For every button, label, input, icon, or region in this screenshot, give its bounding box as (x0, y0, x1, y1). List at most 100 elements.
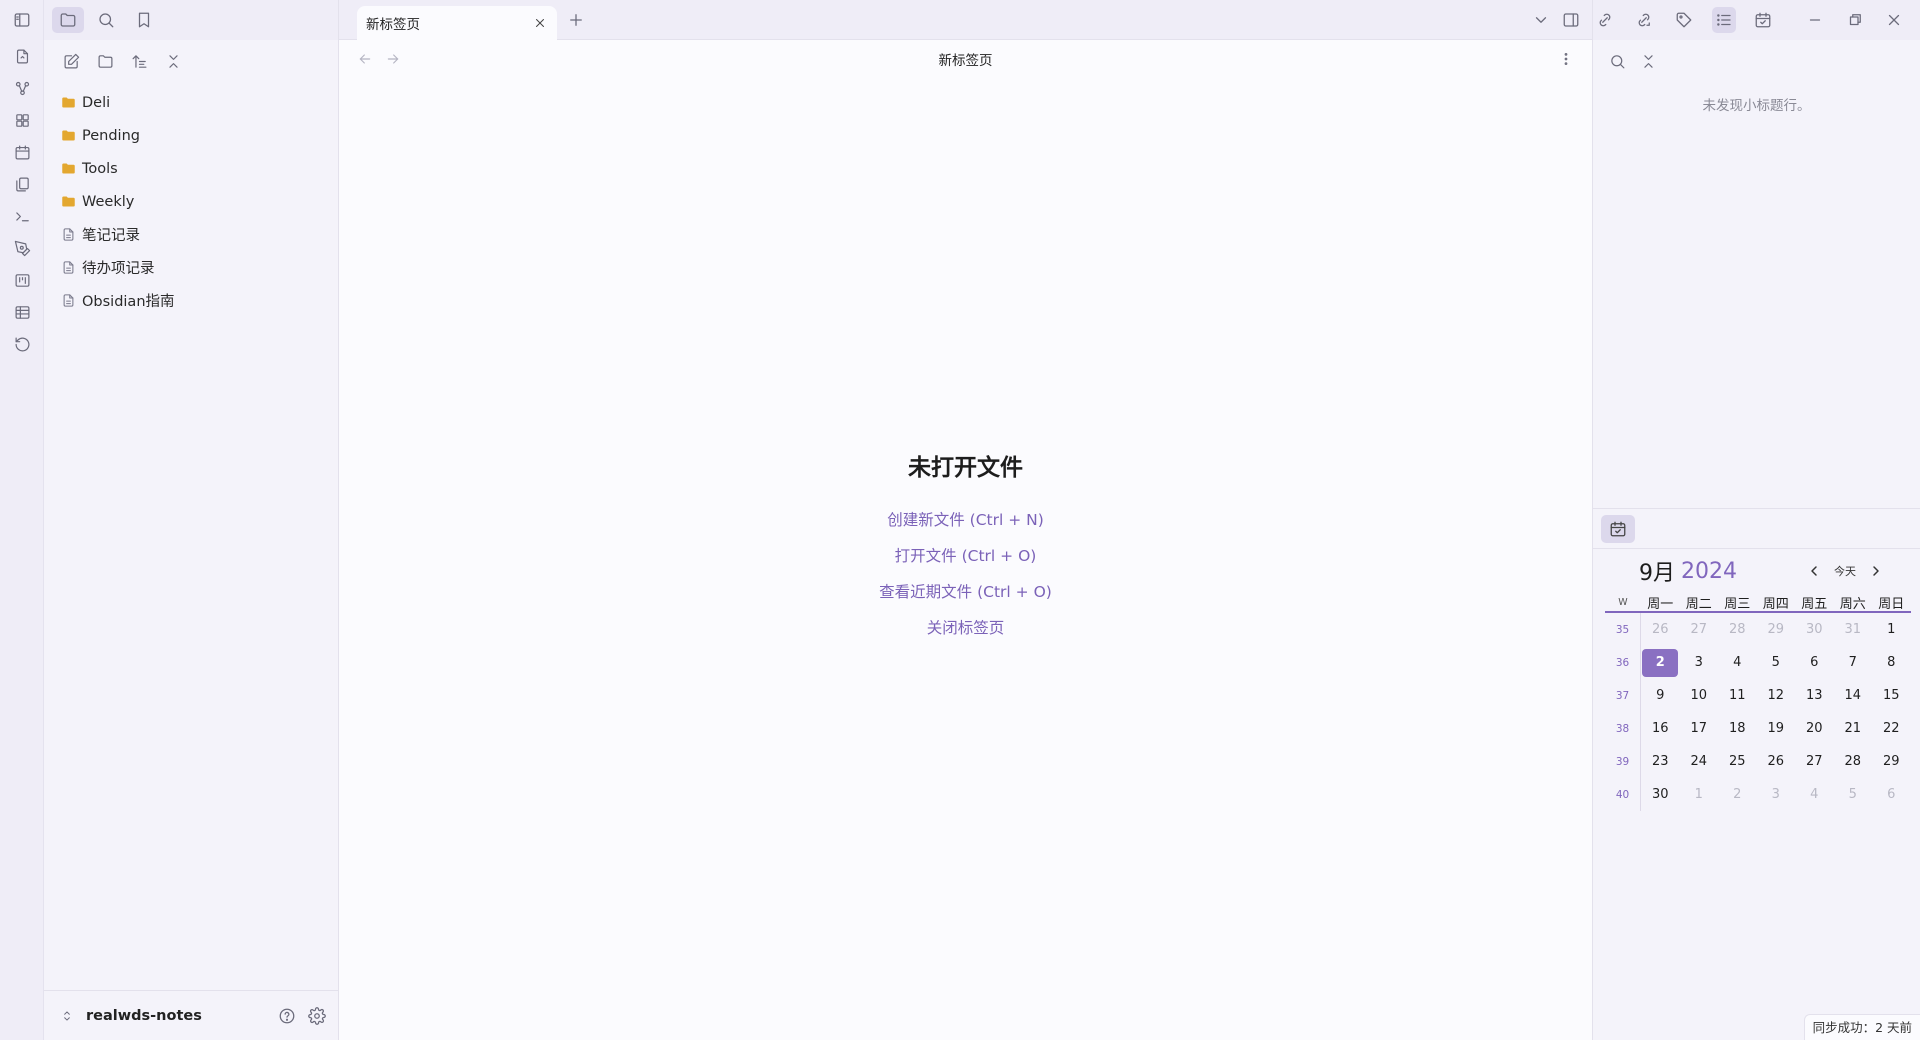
calendar-day[interactable]: 5 (1757, 655, 1796, 670)
calendar-day[interactable]: 14 (1834, 688, 1873, 703)
calendar-day[interactable]: 8 (1872, 655, 1911, 670)
tree-folder-deli[interactable]: Deli (44, 86, 338, 119)
calendar-day[interactable]: 6 (1795, 655, 1834, 670)
calendar-day[interactable]: 19 (1757, 721, 1796, 736)
calendar-day[interactable]: 1 (1680, 787, 1719, 802)
calendar-day[interactable]: 11 (1718, 688, 1757, 703)
calendar-day[interactable]: 13 (1795, 688, 1834, 703)
calendar-day[interactable]: 27 (1680, 622, 1719, 637)
calendar-day[interactable]: 30 (1795, 622, 1834, 637)
calendar-day[interactable]: 16 (1641, 721, 1680, 736)
tree-folder-tools[interactable]: Tools (44, 152, 338, 185)
settings-gear-icon[interactable] (308, 1006, 326, 1025)
toggle-left-sidebar-icon[interactable] (13, 11, 31, 29)
outline-list-icon[interactable] (1711, 7, 1736, 33)
calendar-day[interactable]: 29 (1757, 622, 1796, 637)
window-minimize-icon[interactable] (1803, 7, 1827, 33)
outgoing-links-icon[interactable] (1633, 7, 1657, 33)
tree-file-notes[interactable]: 笔记记录 (44, 218, 338, 251)
calendar-day-today[interactable]: 2 (1641, 648, 1680, 677)
tab-new-tab[interactable]: 新标签页 (357, 6, 557, 40)
graph-view-icon[interactable] (0, 72, 44, 104)
bookmark-icon[interactable] (128, 7, 160, 33)
templates-icon[interactable] (0, 168, 44, 200)
calendar-day[interactable]: 4 (1795, 787, 1834, 802)
new-note-icon[interactable] (60, 50, 82, 72)
new-folder-icon[interactable] (94, 50, 116, 72)
search-icon[interactable] (90, 7, 122, 33)
sort-icon[interactable] (128, 50, 150, 72)
calendar-day[interactable]: 25 (1718, 754, 1757, 769)
tree-file-guide[interactable]: Obsidian指南 (44, 284, 338, 317)
week-number[interactable]: 39 (1605, 745, 1641, 778)
outline-collapse-icon[interactable] (1640, 53, 1657, 70)
collapse-all-icon[interactable] (162, 50, 184, 72)
tab-list-chevron-down-icon[interactable] (1532, 11, 1550, 29)
vault-switcher[interactable]: realwds-notes (44, 990, 338, 1040)
calendar-day[interactable]: 20 (1795, 721, 1834, 736)
window-close-icon[interactable] (1882, 7, 1906, 33)
calendar-day[interactable]: 12 (1757, 688, 1796, 703)
calendar-day[interactable]: 15 (1872, 688, 1911, 703)
calendar-day[interactable]: 29 (1872, 754, 1911, 769)
calendar-day[interactable]: 6 (1872, 787, 1911, 802)
history-icon[interactable] (0, 328, 44, 360)
week-number[interactable]: 35 (1605, 613, 1641, 646)
calendar-day[interactable]: 5 (1834, 787, 1873, 802)
toggle-right-sidebar-icon[interactable] (1562, 11, 1580, 29)
calendar-check-icon[interactable] (1752, 7, 1776, 33)
calendar-day[interactable]: 24 (1680, 754, 1719, 769)
open-file-link[interactable]: 打开文件 (Ctrl + O) (339, 538, 1592, 574)
calendar-day[interactable]: 17 (1680, 721, 1719, 736)
week-number[interactable]: 40 (1605, 778, 1641, 811)
calendar-day[interactable]: 10 (1680, 688, 1719, 703)
table-icon[interactable] (0, 296, 44, 328)
calendar-day[interactable]: 23 (1641, 754, 1680, 769)
calendar-day[interactable]: 31 (1834, 622, 1873, 637)
calendar-day[interactable]: 27 (1795, 754, 1834, 769)
kanban-icon[interactable] (0, 264, 44, 296)
calendar-day[interactable]: 30 (1641, 787, 1680, 802)
calendar-day[interactable]: 7 (1834, 655, 1873, 670)
calendar-day[interactable]: 3 (1680, 655, 1719, 670)
previous-month-chevron-icon[interactable] (1806, 563, 1822, 579)
calendar-day[interactable]: 3 (1757, 787, 1796, 802)
calendar-day[interactable]: 18 (1718, 721, 1757, 736)
close-tab-icon[interactable] (533, 16, 547, 30)
calendar-day[interactable]: 4 (1718, 655, 1757, 670)
file-explorer-icon[interactable] (52, 7, 84, 33)
close-tab-link[interactable]: 关闭标签页 (339, 610, 1592, 646)
calendar-day[interactable]: 22 (1872, 721, 1911, 736)
tree-folder-pending[interactable]: Pending (44, 119, 338, 152)
daily-note-icon[interactable] (0, 136, 44, 168)
calendar-day[interactable]: 26 (1757, 754, 1796, 769)
week-number[interactable]: 38 (1605, 712, 1641, 745)
calendar-day[interactable]: 26 (1641, 622, 1680, 637)
help-icon[interactable] (278, 1007, 296, 1025)
open-quick-switcher-icon[interactable] (0, 40, 44, 72)
next-month-chevron-icon[interactable] (1868, 563, 1884, 579)
calendar-day[interactable]: 1 (1872, 622, 1911, 637)
pen-tool-icon[interactable] (0, 232, 44, 264)
calendar-day[interactable]: 28 (1834, 754, 1873, 769)
window-restore-icon[interactable] (1843, 7, 1867, 33)
week-number[interactable]: 36 (1605, 646, 1641, 679)
create-new-file-link[interactable]: 创建新文件 (Ctrl + N) (339, 502, 1592, 538)
sync-status[interactable]: 同步成功：2 天前 (1803, 1014, 1920, 1040)
chevron-up-down-icon[interactable] (60, 1009, 74, 1023)
week-number[interactable]: 37 (1605, 679, 1641, 712)
terminal-icon[interactable] (0, 200, 44, 232)
canvas-icon[interactable] (0, 104, 44, 136)
recent-files-link[interactable]: 查看近期文件 (Ctrl + O) (339, 574, 1592, 610)
calendar-day[interactable]: 21 (1834, 721, 1873, 736)
vault-name[interactable]: realwds-notes (86, 1008, 202, 1024)
calendar-day[interactable]: 2 (1718, 787, 1757, 802)
tags-icon[interactable] (1672, 7, 1696, 33)
calendar-day[interactable]: 28 (1718, 622, 1757, 637)
backlinks-icon[interactable] (1593, 7, 1617, 33)
new-tab-plus-icon[interactable] (567, 11, 585, 29)
navigate-forward-icon[interactable] (385, 51, 401, 67)
navigate-back-icon[interactable] (357, 51, 373, 67)
outline-search-icon[interactable] (1609, 53, 1626, 70)
tree-file-todo[interactable]: 待办项记录 (44, 251, 338, 284)
